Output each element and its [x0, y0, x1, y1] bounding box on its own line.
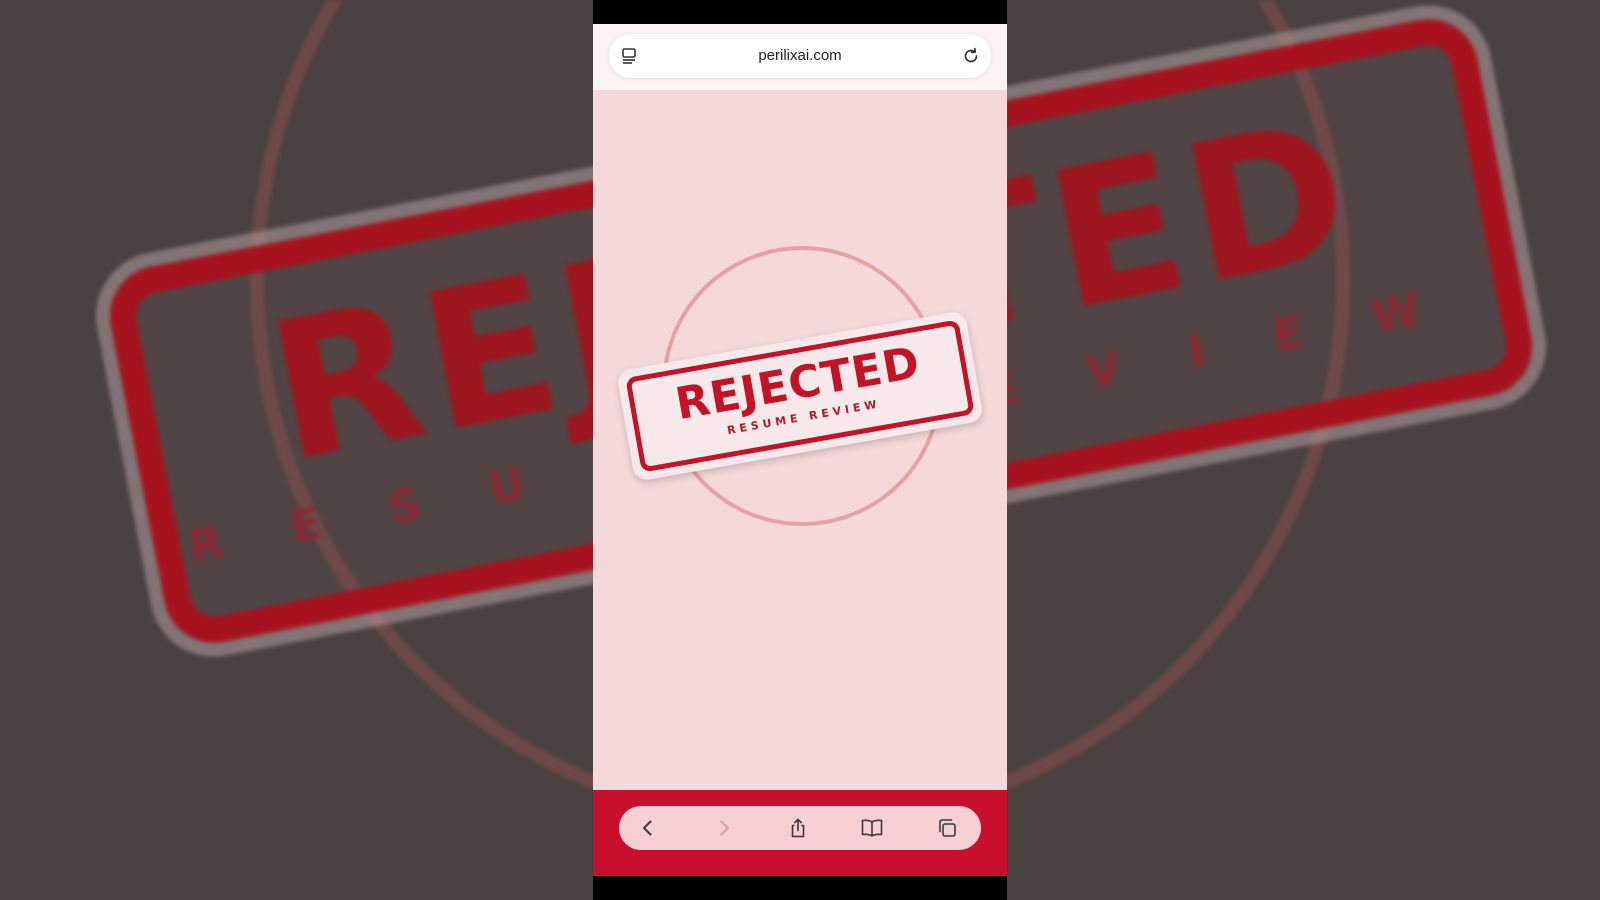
reload-icon[interactable]	[961, 46, 981, 66]
phone-screen: perilixai.com REJECTED RESUME REVIEW	[593, 0, 1007, 900]
tabs-button[interactable]	[935, 816, 959, 840]
bottom-toolbar	[593, 790, 1007, 876]
tabs-icon	[939, 819, 956, 837]
url-text[interactable]: perilixai.com	[609, 47, 991, 64]
address-bar[interactable]: perilixai.com	[609, 34, 991, 78]
bookmarks-button[interactable]	[860, 816, 884, 840]
chevron-left-icon	[643, 820, 652, 836]
share-button[interactable]	[786, 816, 810, 840]
share-icon	[791, 818, 805, 838]
forward-button[interactable]	[712, 816, 736, 840]
page-content: REJECTED RESUME REVIEW	[593, 90, 1007, 790]
chevron-right-icon	[720, 820, 729, 836]
book-icon	[861, 819, 883, 837]
address-bar-area: perilixai.com	[593, 24, 1007, 90]
toolbar-pill	[619, 806, 981, 850]
back-button[interactable]	[636, 816, 660, 840]
